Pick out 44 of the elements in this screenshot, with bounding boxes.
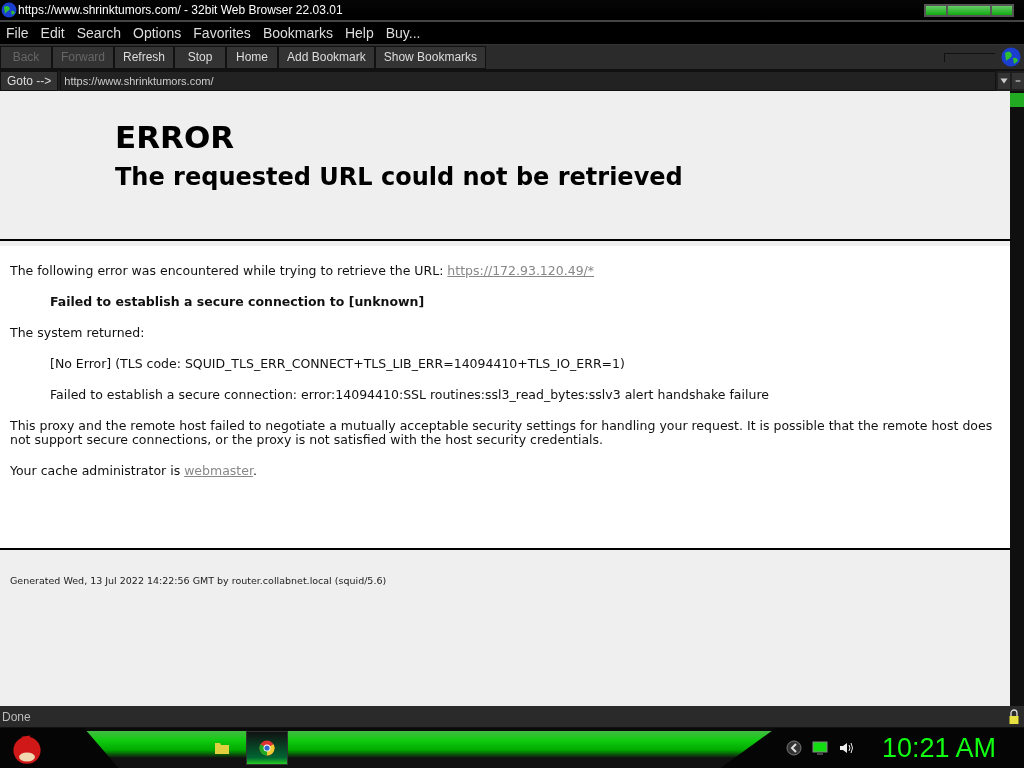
- monitor-icon[interactable]: [811, 740, 828, 756]
- menu-item[interactable]: Edit: [34, 25, 71, 41]
- minus-icon[interactable]: [1012, 73, 1024, 89]
- progress-track: [944, 52, 995, 62]
- paragraph: [No Error] (TLS code: SQUID_TLS_ERR_CONNECT+TLS_LIB_ERR=14094410+TLS_IO_ERR=1): [50, 357, 626, 371]
- toolbar-button[interactable]: Add Bookmark: [278, 45, 375, 69]
- paragraph: Your cache administrator is webmaster.: [10, 464, 258, 478]
- address-field[interactable]: https://www.shrinktumors.com/: [60, 71, 996, 91]
- browser-icon[interactable]: [259, 740, 275, 756]
- menu-item[interactable]: Help: [338, 25, 380, 41]
- menu-item[interactable]: Buy...: [379, 25, 427, 41]
- toolbar-button[interactable]: Home: [226, 45, 279, 69]
- window-title: https://www.shrinktumors.com/ - 32bit Web Browser 22.03.01: [18, 3, 343, 17]
- scrollbar[interactable]: [1010, 91, 1024, 706]
- menu-item[interactable]: Search: [70, 25, 128, 41]
- clock: 10:21 AM: [881, 732, 996, 764]
- toolbar-button[interactable]: Show Bookmarks: [374, 45, 487, 69]
- paragraph: Failed to establish a secure connection: error:14094410:SSL routines:ssl3_read_bytes:sslv3 alert handshake failure: [50, 388, 770, 402]
- menu-item[interactable]: Options: [127, 25, 188, 41]
- globe-icon: [1, 2, 17, 18]
- link[interactable]: https://172.93.120.49/*: [447, 263, 595, 278]
- window-controls[interactable]: [924, 3, 1014, 17]
- lock-icon: [1008, 708, 1020, 725]
- error-subheading: The requested URL could not be retrieved: [115, 163, 684, 191]
- dropdown-icon[interactable]: [998, 73, 1010, 89]
- paragraph: The system returned:: [10, 326, 146, 340]
- toolbar-button[interactable]: Refresh: [114, 45, 175, 69]
- back-icon[interactable]: [785, 740, 802, 756]
- status-text: Done: [2, 709, 31, 724]
- taskbar-button[interactable]: [246, 731, 288, 765]
- menu-item[interactable]: Favorites: [187, 25, 257, 41]
- menu-item[interactable]: File: [0, 25, 35, 41]
- paragraph: This proxy and the remote host failed to negotiate a mutually acceptable security settings for handling your request. It is possible that the remote host does not support secure connections, or the proxy is not satisfied with the host security credentials.: [10, 419, 994, 447]
- goto-button[interactable]: Goto -->: [0, 71, 59, 91]
- paragraph: The following error was encountered while trying to retrieve the URL: https://172.93.120.49/*: [10, 264, 596, 278]
- link[interactable]: webmaster: [184, 463, 253, 478]
- folder-icon[interactable]: [214, 740, 230, 756]
- speaker-icon[interactable]: [837, 740, 854, 756]
- paragraph: Failed to establish a secure connection to [unknown]: [50, 295, 426, 309]
- globe-icon: [1001, 47, 1021, 67]
- error-heading: ERROR: [115, 119, 236, 155]
- menu-item[interactable]: Bookmarks: [256, 25, 339, 41]
- toolbar-button[interactable]: Stop: [174, 45, 227, 69]
- footer-text: Generated Wed, 13 Jul 2022 14:22:56 GMT by router.collabnet.local (squid/5.6): [10, 575, 387, 586]
